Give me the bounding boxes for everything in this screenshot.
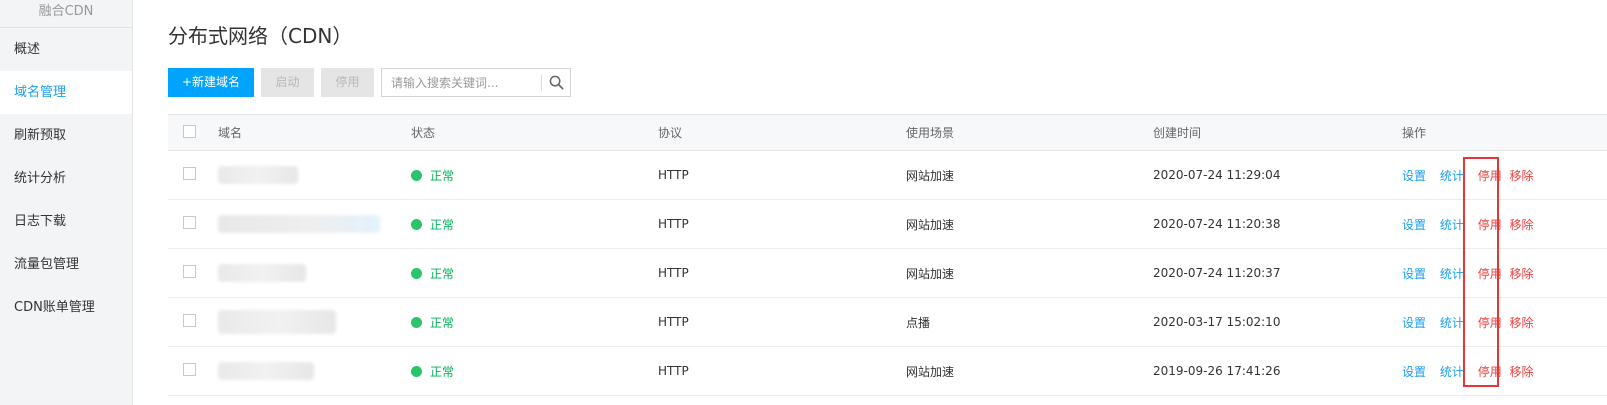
status-text: 正常: [430, 315, 455, 330]
table-row: 正常 HTTP 网站加速 2020-07-24 11:20:37 设置 统计 停…: [168, 249, 1607, 298]
domain-name-redacted[interactable]: [218, 166, 298, 184]
table-row: 正常 HTTP 网站加速 2020-07-24 11:29:04 设置 统计 停…: [168, 151, 1607, 200]
row-checkbox[interactable]: [183, 363, 196, 376]
status-dot-icon: [411, 316, 422, 328]
created-time-cell: 2020-07-24 11:20:37: [1153, 266, 1281, 280]
sidebar-item-domain-management[interactable]: 域名管理: [0, 71, 132, 114]
column-header-protocol: 协议: [658, 126, 683, 140]
status-badge: 正常: [411, 216, 658, 233]
column-header-scene: 使用场景: [906, 126, 955, 140]
status-badge: 正常: [411, 167, 658, 184]
sidebar: 融合CDN 概述 域名管理 刷新预取 统计分析 日志下载 流量包管理 CDN账单…: [0, 0, 133, 405]
status-text: 正常: [430, 168, 455, 183]
row-actions: 设置 统计 停用 移除: [1402, 363, 1607, 380]
row-checkbox[interactable]: [183, 216, 196, 229]
status-dot-icon: [411, 169, 422, 181]
table-row: 正常 HTTP 网站加速 2019-09-26 17:41:26 设置 统计 停…: [168, 347, 1607, 396]
status-text: 正常: [430, 266, 455, 281]
protocol-cell: HTTP: [658, 168, 689, 182]
row-checkbox[interactable]: [183, 314, 196, 327]
column-header-status: 状态: [411, 126, 436, 140]
status-badge: 正常: [411, 363, 658, 380]
stats-link[interactable]: 统计: [1440, 267, 1464, 281]
protocol-cell: HTTP: [658, 315, 689, 329]
created-time-cell: 2019-09-26 17:41:26: [1153, 364, 1281, 378]
scene-cell: 网站加速: [906, 217, 955, 232]
toolbar: +新建域名 启动 停用: [168, 68, 571, 97]
column-header-domain: 域名: [218, 126, 243, 140]
sidebar-item-traffic-package[interactable]: 流量包管理: [0, 243, 132, 286]
table-row: 正常 HTTP 网站加速 2020-07-24 11:20:38 设置 统计 停…: [168, 200, 1607, 249]
settings-link[interactable]: 设置: [1402, 365, 1426, 379]
row-checkbox[interactable]: [183, 265, 196, 278]
settings-link[interactable]: 设置: [1402, 218, 1426, 232]
disable-link[interactable]: 停用: [1478, 169, 1502, 183]
settings-link[interactable]: 设置: [1402, 316, 1426, 330]
domain-name-redacted[interactable]: [218, 362, 314, 380]
stats-link[interactable]: 统计: [1440, 218, 1464, 232]
scene-cell: 网站加速: [906, 266, 955, 281]
status-badge: 正常: [411, 314, 658, 331]
row-actions: 设置 统计 停用 移除: [1402, 265, 1607, 282]
remove-link[interactable]: 移除: [1510, 169, 1534, 183]
row-actions: 设置 统计 停用 移除: [1402, 314, 1607, 331]
stats-link[interactable]: 统计: [1440, 365, 1464, 379]
status-text: 正常: [430, 217, 455, 232]
disable-link[interactable]: 停用: [1478, 218, 1502, 232]
scene-cell: 点播: [906, 315, 931, 330]
remove-link[interactable]: 移除: [1510, 267, 1534, 281]
sidebar-item-log-download[interactable]: 日志下载: [0, 200, 132, 243]
select-all-checkbox[interactable]: [183, 124, 196, 138]
sidebar-item-cdn-billing[interactable]: CDN账单管理: [0, 286, 132, 329]
sidebar-header: 融合CDN: [0, 0, 132, 28]
domain-name-redacted[interactable]: [218, 215, 380, 233]
status-badge: 正常: [411, 265, 658, 282]
table-row: 正常 HTTP 点播 2020-03-17 15:02:10 设置 统计 停用 …: [168, 298, 1607, 347]
stop-button[interactable]: 停用: [321, 68, 374, 97]
protocol-cell: HTTP: [658, 266, 689, 280]
sidebar-item-refresh-prefetch[interactable]: 刷新预取: [0, 114, 132, 157]
column-header-created: 创建时间: [1153, 126, 1202, 140]
scene-cell: 网站加速: [906, 364, 955, 379]
remove-link[interactable]: 移除: [1510, 365, 1534, 379]
new-domain-button[interactable]: +新建域名: [168, 68, 254, 97]
table-header: 域名 状态 协议 使用场景 创建时间 操作: [168, 115, 1607, 151]
status-dot-icon: [411, 218, 422, 230]
search-icon[interactable]: [542, 69, 570, 96]
disable-link[interactable]: 停用: [1478, 316, 1502, 330]
row-checkbox[interactable]: [183, 167, 196, 180]
status-text: 正常: [430, 364, 455, 379]
settings-link[interactable]: 设置: [1402, 267, 1426, 281]
start-button[interactable]: 启动: [261, 68, 314, 97]
scene-cell: 网站加速: [906, 168, 955, 183]
row-actions: 设置 统计 停用 移除: [1402, 167, 1607, 184]
protocol-cell: HTTP: [658, 217, 689, 231]
disable-link[interactable]: 停用: [1478, 267, 1502, 281]
domain-name-redacted[interactable]: [218, 310, 336, 334]
main-content: 分布式网络（CDN） +新建域名 启动 停用 域名 状态 协议 使用场景 创建时…: [168, 0, 1607, 405]
created-time-cell: 2020-03-17 15:02:10: [1153, 315, 1281, 329]
disable-link[interactable]: 停用: [1478, 365, 1502, 379]
sidebar-item-statistics[interactable]: 统计分析: [0, 157, 132, 200]
sidebar-item-overview[interactable]: 概述: [0, 28, 132, 71]
created-time-cell: 2020-07-24 11:20:38: [1153, 217, 1281, 231]
settings-link[interactable]: 设置: [1402, 169, 1426, 183]
stats-link[interactable]: 统计: [1440, 316, 1464, 330]
search-input[interactable]: [382, 69, 541, 96]
row-actions: 设置 统计 停用 移除: [1402, 216, 1607, 233]
remove-link[interactable]: 移除: [1510, 218, 1534, 232]
search-box: [381, 68, 571, 97]
domain-table: 域名 状态 协议 使用场景 创建时间 操作 正常 HTTP 网站加速 2020-…: [168, 114, 1607, 396]
protocol-cell: HTTP: [658, 364, 689, 378]
status-dot-icon: [411, 365, 422, 377]
remove-link[interactable]: 移除: [1510, 316, 1534, 330]
stats-link[interactable]: 统计: [1440, 169, 1464, 183]
status-dot-icon: [411, 267, 422, 279]
column-header-actions: 操作: [1402, 126, 1427, 140]
created-time-cell: 2020-07-24 11:29:04: [1153, 168, 1281, 182]
domain-name-redacted[interactable]: [218, 264, 306, 282]
page-title: 分布式网络（CDN）: [168, 24, 353, 48]
